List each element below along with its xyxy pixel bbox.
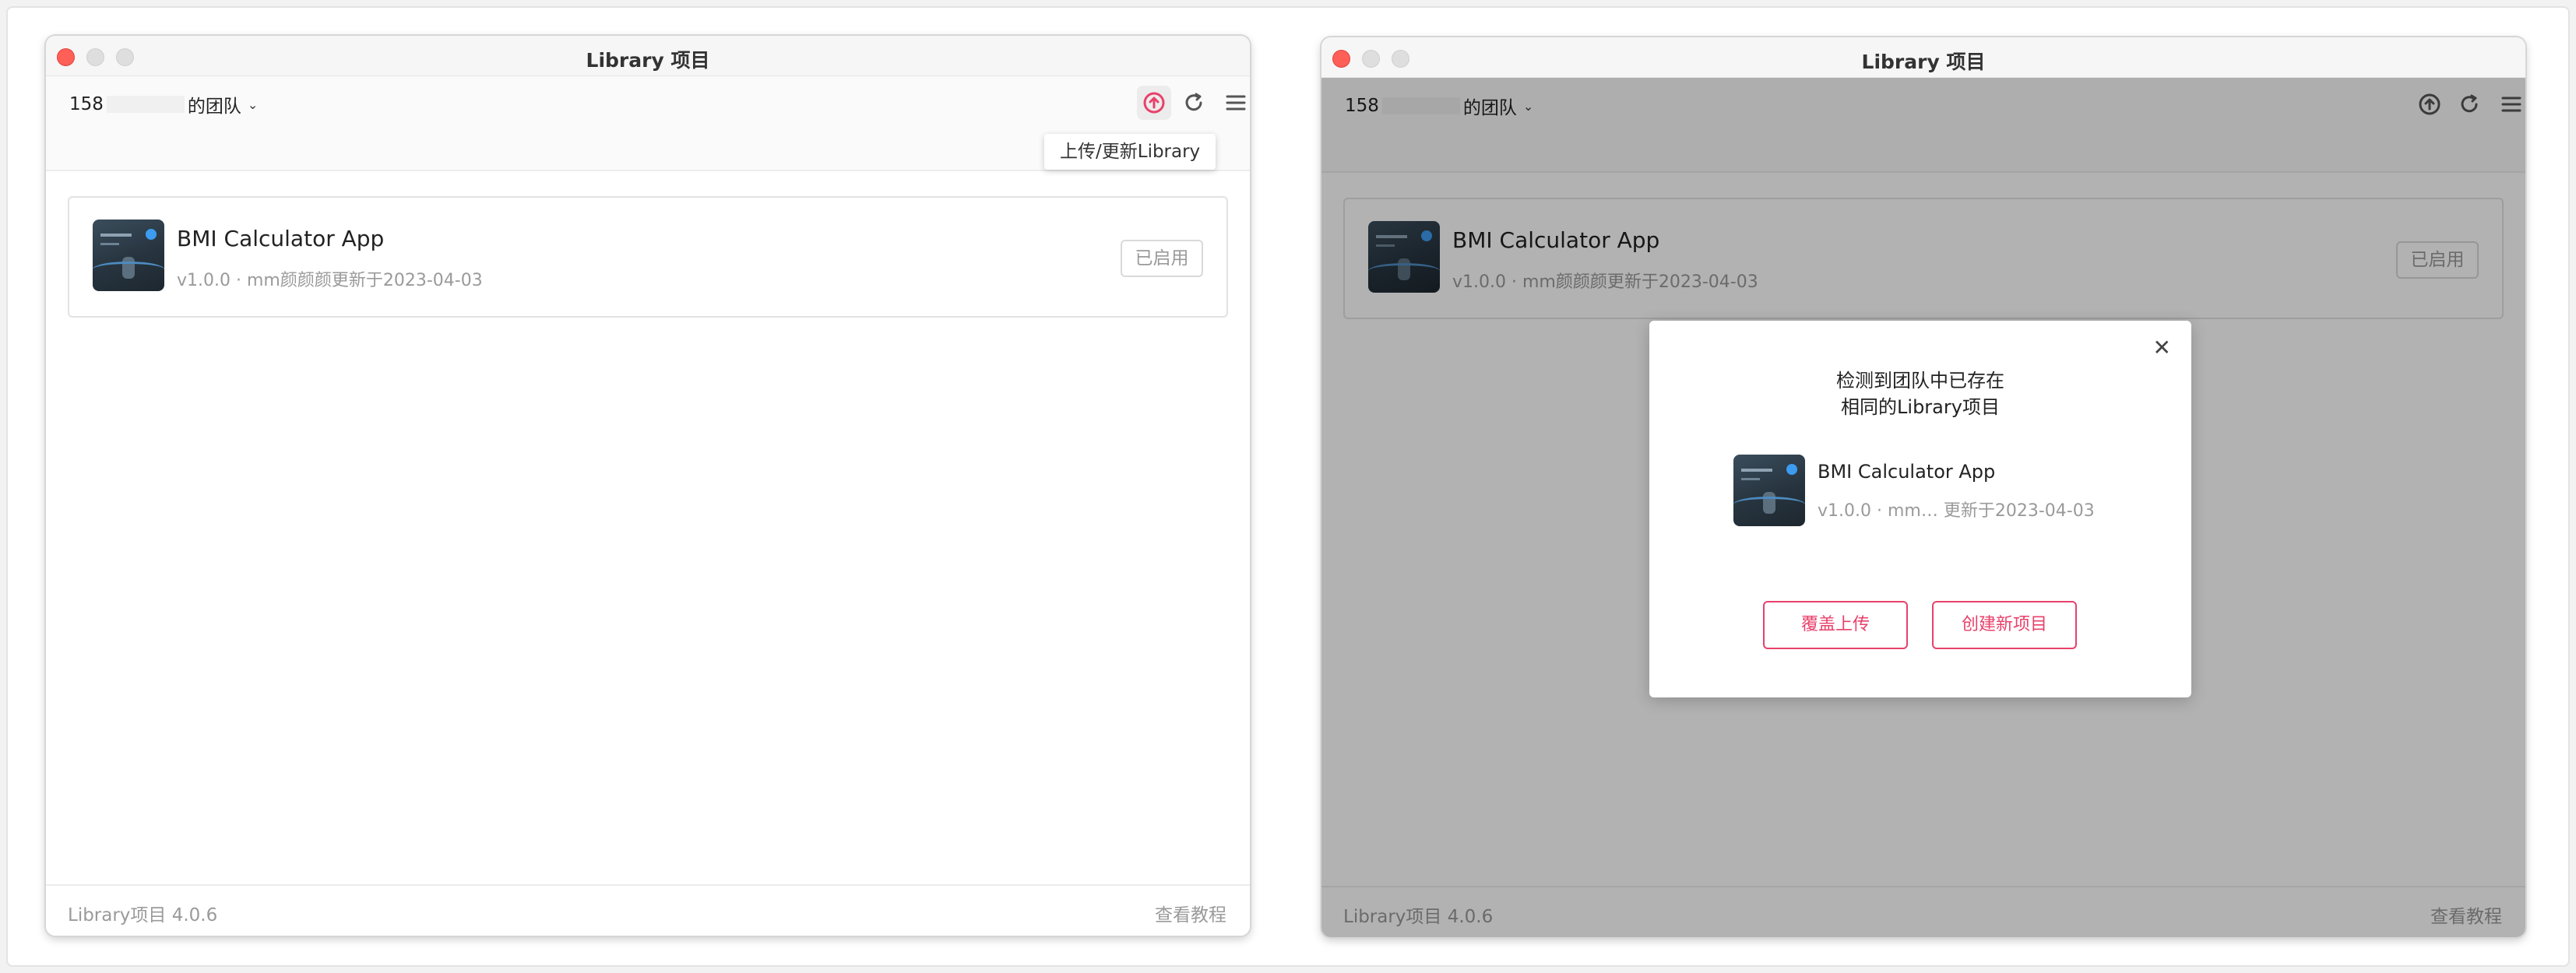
item-meta: v1.0.0 · mm颜颜颜更新于2023-04-03 [177, 271, 483, 290]
version-label: Library项目 4.0.6 [68, 905, 218, 926]
upload-circle-icon [1143, 92, 1165, 114]
menu-button[interactable] [1219, 86, 1250, 120]
item-title: BMI Calculator App [177, 226, 385, 251]
refresh-button[interactable] [1177, 86, 1211, 120]
title-bar: Library 项目 [46, 36, 1250, 76]
footer: Library项目 4.0.6 查看教程 [46, 884, 1250, 936]
team-id-redaction [106, 96, 185, 113]
refresh-icon [1185, 93, 1202, 111]
team-name-label: 的团队 [187, 97, 241, 117]
library-window-right: Library 项目 158 的团队 ⌄ BMI Calculator App … [1321, 37, 2525, 937]
menu-icon [1226, 95, 1246, 111]
library-item-card[interactable]: BMI Calculator App v1.0.0 · mm颜颜颜更新于2023… [68, 196, 1228, 318]
duplicate-library-dialog: ✕ 检测到团队中已存在 相同的Library项目 BMI Calculator … [1649, 321, 2191, 697]
overwrite-upload-button[interactable]: 覆盖上传 [1763, 601, 1908, 649]
chevron-down-icon: ⌄ [247, 97, 259, 112]
window-title: Library 项目 [1861, 51, 1986, 73]
dialog-item-title: BMI Calculator App [1818, 461, 1996, 483]
window-title: Library 项目 [586, 49, 710, 72]
close-icon[interactable]: ✕ [2153, 335, 2171, 360]
dialog-item-meta: v1.0.0 · mm… 更新于2023-04-03 [1818, 501, 2095, 521]
library-window-left: Library 项目 158 的团队 ⌄ 上传/更新Library BMI Ca… [46, 36, 1250, 936]
dialog-message-line2: 相同的Library项目 [1841, 396, 2000, 418]
dialog-message-line1: 检测到团队中已存在 [1836, 370, 2004, 392]
upload-button[interactable] [1137, 86, 1171, 120]
create-new-project-button[interactable]: 创建新项目 [1932, 601, 2077, 649]
team-id-prefix: 158 [69, 94, 104, 114]
upload-tooltip: 上传/更新Library [1044, 134, 1216, 170]
enabled-status-button[interactable]: 已启用 [1121, 240, 1203, 277]
team-selector[interactable]: 158 的团队 ⌄ [69, 91, 258, 118]
title-bar: Library 项目 [1321, 37, 2525, 78]
view-tutorial-link[interactable]: 查看教程 [1155, 900, 1226, 926]
dialog-message: 检测到团队中已存在 相同的Library项目 [1649, 367, 2191, 420]
app-thumbnail [1733, 455, 1805, 526]
app-thumbnail [93, 220, 164, 291]
